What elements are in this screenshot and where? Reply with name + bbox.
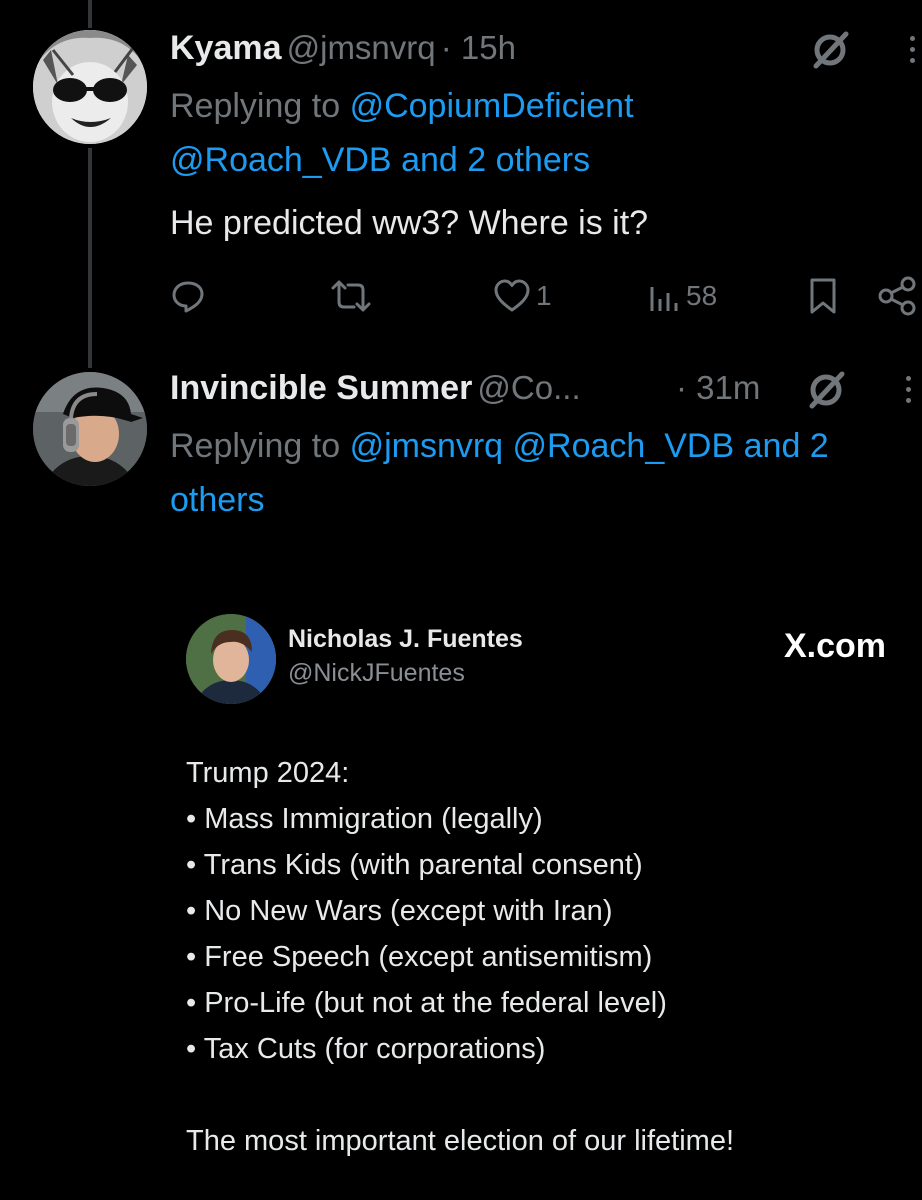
- reply-button[interactable]: [170, 276, 206, 316]
- tweet-header: Invincible Summer @Co...: [170, 366, 581, 410]
- mention-jmsnvrq[interactable]: @jmsnvrq: [350, 427, 504, 465]
- replying-prefix: Replying to: [170, 87, 341, 125]
- person-avatar-icon: [33, 372, 147, 486]
- like-button[interactable]: 1: [494, 276, 552, 316]
- replying-prefix: Replying to: [170, 427, 341, 465]
- user-handle[interactable]: @Co...: [477, 369, 580, 406]
- list-item: Pro-Life (but not at the federal level): [186, 980, 667, 1026]
- list-item: Tax Cuts (for corporations): [186, 1026, 667, 1072]
- x-brand-logo: X.com: [784, 627, 887, 665]
- share-icon: [878, 276, 916, 316]
- reply-icon: [172, 281, 204, 313]
- embed-closing-line: The most important election of our lifet…: [186, 1125, 735, 1157]
- mention-copiumdeficient[interactable]: @CopiumDeficient: [350, 87, 634, 125]
- list-item: Free Speech (except antisemitism): [186, 934, 667, 980]
- replying-to-line-1: Replying to @jmsnvrq @Roach_VDB and 2: [170, 424, 829, 468]
- thread-line-top: [88, 0, 92, 28]
- replying-to-line-2: others: [170, 478, 265, 522]
- replying-to-line-2: @Roach_VDB and 2 others: [170, 138, 590, 182]
- replying-to-line-1: Replying to @CopiumDeficient: [170, 84, 634, 128]
- like-count: 1: [536, 280, 552, 311]
- tweet-text: He predicted ww3? Where is it?: [170, 204, 649, 242]
- display-name[interactable]: Invincible Summer: [170, 369, 472, 407]
- list-item: No New Wars (except with Iran): [186, 888, 667, 934]
- retweet-icon: [331, 280, 371, 312]
- display-name[interactable]: Kyama: [170, 29, 282, 67]
- embed-heading: Trump 2024:: [186, 757, 350, 789]
- avatar-nicholas: [186, 614, 276, 704]
- mention-others[interactable]: and 2 others: [401, 141, 590, 179]
- views-button[interactable]: 58: [648, 276, 717, 316]
- mention-others-continued[interactable]: others: [170, 481, 265, 519]
- mention-roach-vdb[interactable]: @Roach_VDB: [170, 141, 392, 179]
- grok-icon[interactable]: [804, 368, 848, 416]
- more-icon[interactable]: [910, 36, 915, 63]
- person-photo-icon: [186, 614, 276, 704]
- bookmark-button[interactable]: [808, 276, 838, 316]
- timestamp[interactable]: · 31m: [676, 366, 760, 410]
- embed-author-handle: @NickJFuentes: [288, 659, 465, 687]
- embed-author-name: Nicholas J. Fuentes: [288, 625, 523, 653]
- view-count: 58: [686, 280, 718, 311]
- embed-bullet-list: Mass Immigration (legally) Trans Kids (w…: [186, 796, 667, 1072]
- list-item: Mass Immigration (legally): [186, 796, 667, 842]
- user-handle[interactable]: @jmsnvrq: [287, 29, 436, 66]
- bookmark-icon: [810, 278, 836, 314]
- list-item: Trans Kids (with parental consent): [186, 842, 667, 888]
- views-icon: [650, 287, 678, 311]
- more-icon[interactable]: [906, 376, 911, 403]
- timestamp[interactable]: · 15h: [441, 29, 516, 66]
- mention-roach-vdb[interactable]: @Roach_VDB: [513, 427, 735, 465]
- retweet-button[interactable]: [330, 276, 372, 316]
- like-icon: [494, 279, 530, 312]
- grok-icon[interactable]: [808, 28, 852, 76]
- mention-others[interactable]: and 2: [744, 427, 829, 465]
- thread-line-middle: [88, 148, 92, 368]
- share-button[interactable]: [876, 276, 918, 316]
- anime-avatar-icon: [33, 30, 147, 144]
- avatar-invincible-summer[interactable]: [33, 372, 147, 486]
- tweet-header: Kyama @jmsnvrq · 15h: [170, 26, 516, 70]
- avatar-kyama[interactable]: [33, 30, 147, 144]
